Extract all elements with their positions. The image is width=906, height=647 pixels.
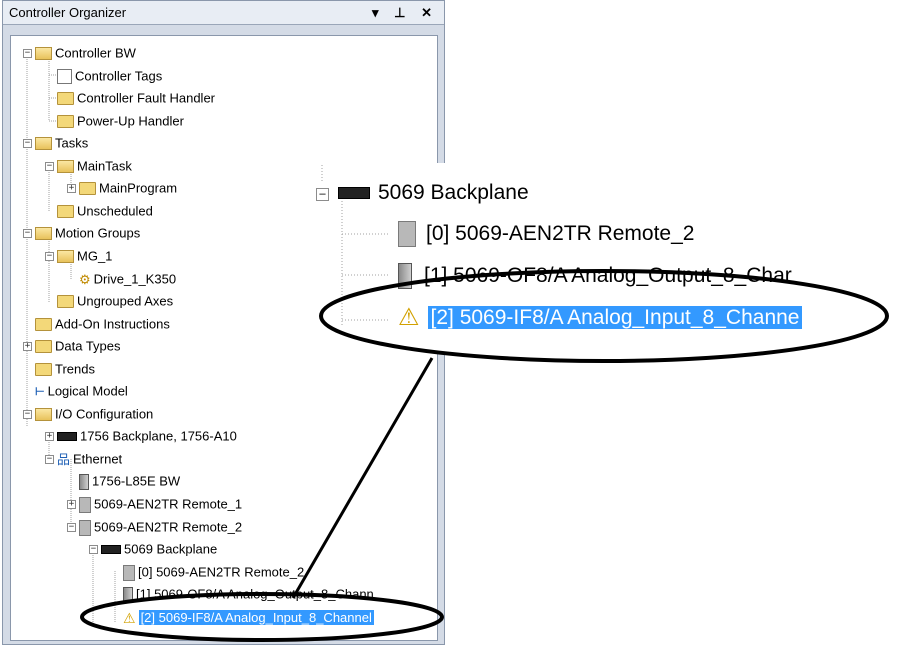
tree-item-remote-2[interactable]: 5069-AEN2TR Remote_2 [79,516,242,538]
expand-toggle-data-types[interactable]: + [23,342,32,351]
tree-item-controller[interactable]: Controller BW [35,42,136,64]
folder-icon [35,340,52,354]
zoom-slot-0: [0] 5069-AEN2TR Remote_2 [398,219,694,249]
tree-item-logical-model[interactable]: ⊢ Logical Model [35,380,128,402]
adapter-module-icon [79,519,91,536]
folder-icon [57,115,74,129]
folder-icon [35,318,52,332]
collapse-toggle-remote-2[interactable]: − [67,523,76,532]
adapter-module-icon [123,564,135,581]
folder-open-icon [35,227,52,241]
tree-item-io-configuration[interactable]: I/O Configuration [35,403,153,425]
tree-item-1756-l85e[interactable]: 1756-L85E BW [79,470,180,492]
backplane-icon [101,545,121,555]
folder-icon [57,295,74,309]
program-icon [79,182,96,196]
tree-item-drive1[interactable]: ⚙ Drive_1_K350 [79,268,176,290]
adapter-module-icon [398,221,416,248]
collapse-toggle-mg1[interactable]: − [45,252,54,261]
motion-group-icon [57,250,74,264]
warning-icon: ⚠ [398,304,420,332]
folder-icon [35,363,52,377]
panel-title: Controller Organizer [9,5,127,20]
adapter-module-icon [79,496,91,513]
network-icon: 品 [57,451,71,467]
tree-item-controller-tags[interactable]: Controller Tags [57,65,162,87]
tree-item-1756-backplane[interactable]: 1756 Backplane, 1756-A10 [57,425,237,447]
axis-gear-icon: ⚙ [79,271,91,287]
io-folder-icon [35,408,52,422]
tree-item-add-on-instructions[interactable]: Add-On Instructions [35,313,170,335]
tree-item-slot-1[interactable]: [1] 5069-OF8/A Analog_Output_8_Chann [123,583,374,605]
io-module-icon [123,586,133,603]
tree-item-mg1[interactable]: MG_1 [57,245,112,267]
expand-toggle-mainprogram[interactable]: + [67,184,76,193]
folder-open-icon [35,137,52,151]
tree-item-ungrouped-axes[interactable]: Ungrouped Axes [57,290,173,312]
zoom-slot-2: ⚠ [2] 5069-IF8/A Analog_Input_8_Channe [398,303,803,333]
warning-icon: ⚠ [123,609,136,626]
collapse-toggle-motion-groups[interactable]: − [23,229,32,238]
logical-model-icon: ⊢ [35,385,45,398]
backplane-icon [338,187,370,200]
backplane-icon [57,432,77,442]
expand-toggle-remote-1[interactable]: + [67,500,76,509]
zoom-backplane: 5069 Backplane [338,178,529,208]
collapse-toggle-zoom-backplane: − [316,188,329,201]
folder-open-icon [35,47,52,61]
tree-item-maintask[interactable]: MainTask [57,155,132,177]
tree-item-data-types[interactable]: Data Types [35,335,121,357]
tree-item-slot-2[interactable]: ⚠ [2] 5069-IF8/A Analog_Input_8_Channel [123,606,374,628]
tree-item-5069-backplane[interactable]: 5069 Backplane [101,538,217,560]
panel-title-controls[interactable]: ▾ ⊥ ✕ [372,1,438,25]
collapse-toggle-ethernet[interactable]: − [45,455,54,464]
task-icon [57,160,74,174]
tree-item-power-up-handler[interactable]: Power-Up Handler [57,110,184,132]
expand-toggle-1756-backplane[interactable]: + [45,432,54,441]
zoom-slot-1: [1] 5069-OF8/A Analog_Output_8_Char [398,261,792,291]
zoom-inset: − 5069 Backplane [0] 5069-AEN2TR Remote_… [302,163,906,353]
tree-item-slot-0[interactable]: [0] 5069-AEN2TR Remote_2 [123,561,304,583]
tree-item-trends[interactable]: Trends [35,358,95,380]
controller-module-icon [79,473,89,490]
collapse-toggle-io-configuration[interactable]: − [23,410,32,419]
collapse-toggle-maintask[interactable]: − [45,162,54,171]
tree-item-ethernet[interactable]: 品 Ethernet [57,448,122,470]
tree-item-remote-1[interactable]: 5069-AEN2TR Remote_1 [79,493,242,515]
collapse-toggle-5069-backplane[interactable]: − [89,545,98,554]
tags-icon [57,69,72,85]
folder-icon [57,92,74,106]
tree-item-unscheduled[interactable]: Unscheduled [57,200,153,222]
collapse-toggle-controller[interactable]: − [23,49,32,58]
tree-item-fault-handler[interactable]: Controller Fault Handler [57,87,215,109]
panel-titlebar: Controller Organizer ▾ ⊥ ✕ [3,1,444,25]
tree-item-tasks[interactable]: Tasks [35,132,88,154]
collapse-toggle-tasks[interactable]: − [23,139,32,148]
folder-icon [57,205,74,219]
io-module-icon [398,263,412,290]
tree-item-motion-groups[interactable]: Motion Groups [35,222,140,244]
tree-item-mainprogram[interactable]: MainProgram [79,177,177,199]
